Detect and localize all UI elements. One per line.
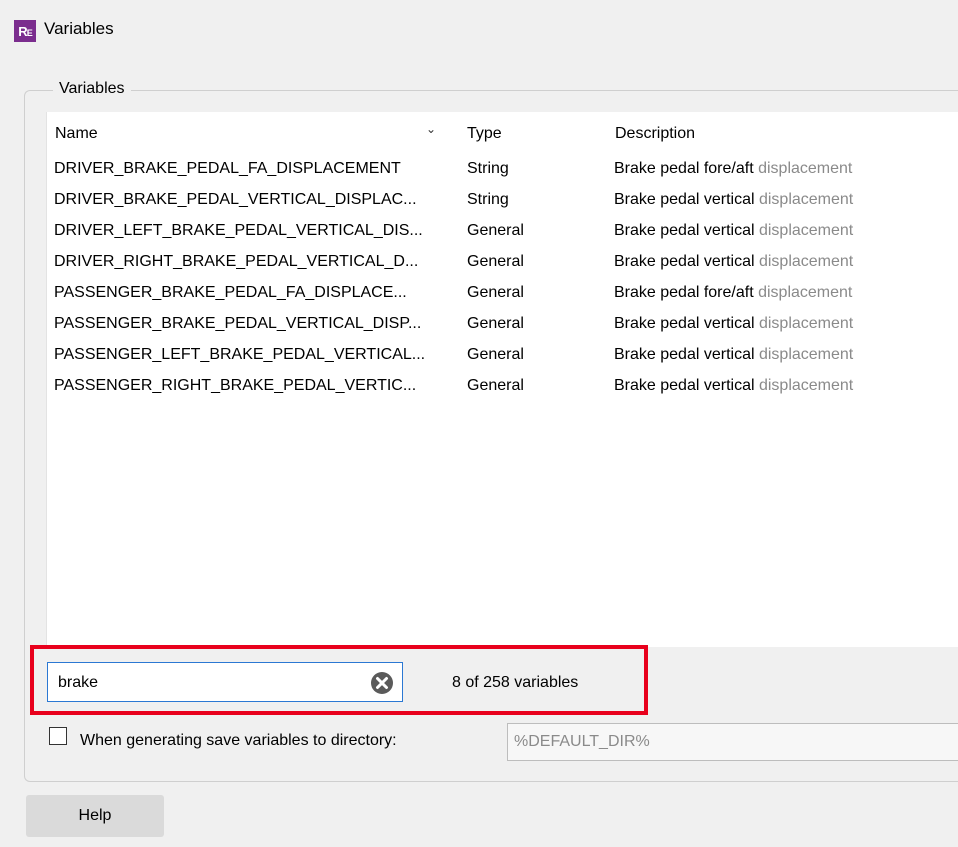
row-description: Brake pedal vertical displacement (614, 191, 853, 209)
table-row[interactable]: PASSENGER_BRAKE_PEDAL_VERTICAL_DISP... Ge… (46, 309, 958, 340)
directory-value: %DEFAULT_DIR% (514, 733, 650, 750)
row-description: Brake pedal fore/aft displacement (614, 284, 852, 302)
row-type: General (467, 315, 524, 332)
row-description-overflow: displacement (754, 377, 854, 394)
row-type: General (467, 253, 524, 270)
search-field[interactable] (47, 662, 403, 702)
row-name: DRIVER_LEFT_BRAKE_PEDAL_VERTICAL_DIS... (54, 222, 423, 239)
row-description-overflow: displacement (753, 160, 853, 177)
row-description-overflow: displacement (754, 191, 854, 208)
row-name: DRIVER_BRAKE_PEDAL_FA_DISPLACEMENT (54, 160, 401, 177)
table-row[interactable]: DRIVER_BRAKE_PEDAL_VERTICAL_DISPLAC... St… (46, 185, 958, 216)
row-description-text: Brake pedal vertical (614, 191, 755, 208)
row-description-overflow: displacement (754, 222, 854, 239)
app-icon-sub-letter: E (26, 27, 33, 38)
row-type: String (467, 160, 509, 177)
re-app-icon: RE (14, 20, 36, 42)
chevron-down-icon[interactable]: ⌄ (426, 122, 436, 136)
row-description: Brake pedal vertical displacement (614, 253, 853, 271)
row-description-text: Brake pedal vertical (614, 377, 755, 394)
row-description-overflow: displacement (754, 315, 854, 332)
table-row[interactable]: DRIVER_RIGHT_BRAKE_PEDAL_VERTICAL_D... Ge… (46, 247, 958, 278)
search-input[interactable] (56, 670, 360, 696)
directory-field: %DEFAULT_DIR% (507, 723, 958, 761)
column-header-type[interactable]: Type (467, 125, 502, 143)
variables-group-label: Variables (53, 80, 131, 98)
row-type: General (467, 346, 524, 363)
table-row[interactable]: PASSENGER_BRAKE_PEDAL_FA_DISPLACE... Gene… (46, 278, 958, 309)
row-description: Brake pedal vertical displacement (614, 222, 853, 240)
row-description: Brake pedal vertical displacement (614, 346, 853, 364)
table-row[interactable]: DRIVER_BRAKE_PEDAL_FA_DISPLACEMENT String… (46, 154, 958, 185)
row-name: PASSENGER_LEFT_BRAKE_PEDAL_VERTICAL... (54, 346, 426, 363)
row-type: General (467, 377, 524, 394)
window-title: Variables (44, 19, 114, 38)
row-type: General (467, 222, 524, 239)
table-row[interactable]: DRIVER_LEFT_BRAKE_PEDAL_VERTICAL_DIS... G… (46, 216, 958, 247)
row-description: Brake pedal vertical displacement (614, 315, 853, 333)
help-button[interactable]: Help (26, 795, 164, 837)
row-description-text: Brake pedal fore/aft (614, 160, 754, 177)
row-description-text: Brake pedal vertical (614, 222, 755, 239)
row-description-text: Brake pedal vertical (614, 315, 755, 332)
save-directory-checkbox[interactable] (49, 727, 67, 745)
row-description-text: Brake pedal vertical (614, 253, 755, 270)
row-type: String (467, 191, 509, 208)
variable-count: 8 of 258 variables (452, 674, 579, 691)
table-row[interactable]: PASSENGER_LEFT_BRAKE_PEDAL_VERTICAL... Ge… (46, 340, 958, 371)
row-description-text: Brake pedal vertical (614, 346, 755, 363)
row-description-overflow: displacement (754, 346, 854, 363)
column-header-description[interactable]: Description (615, 125, 695, 143)
row-description-overflow: displacement (754, 253, 854, 270)
save-directory-label[interactable]: When generating save variables to direct… (80, 732, 397, 750)
clear-circle-icon[interactable] (370, 671, 394, 695)
row-name: DRIVER_BRAKE_PEDAL_VERTICAL_DISPLAC... (54, 191, 417, 208)
table-row[interactable]: PASSENGER_RIGHT_BRAKE_PEDAL_VERTIC... Gen… (46, 371, 958, 402)
row-name: PASSENGER_BRAKE_PEDAL_FA_DISPLACE... (54, 284, 407, 301)
column-header-name[interactable]: Name (55, 125, 98, 143)
row-description: Brake pedal fore/aft displacement (614, 160, 852, 178)
row-name: DRIVER_RIGHT_BRAKE_PEDAL_VERTICAL_D... (54, 253, 419, 270)
title-bar: RE Variables (0, 0, 958, 60)
row-name: PASSENGER_BRAKE_PEDAL_VERTICAL_DISP... (54, 315, 422, 332)
row-type: General (467, 284, 524, 301)
row-name: PASSENGER_RIGHT_BRAKE_PEDAL_VERTIC... (54, 377, 417, 394)
app-icon-letter: R (18, 23, 27, 39)
row-description-text: Brake pedal fore/aft (614, 284, 754, 301)
row-description: Brake pedal vertical displacement (614, 377, 853, 395)
row-description-overflow: displacement (753, 284, 853, 301)
